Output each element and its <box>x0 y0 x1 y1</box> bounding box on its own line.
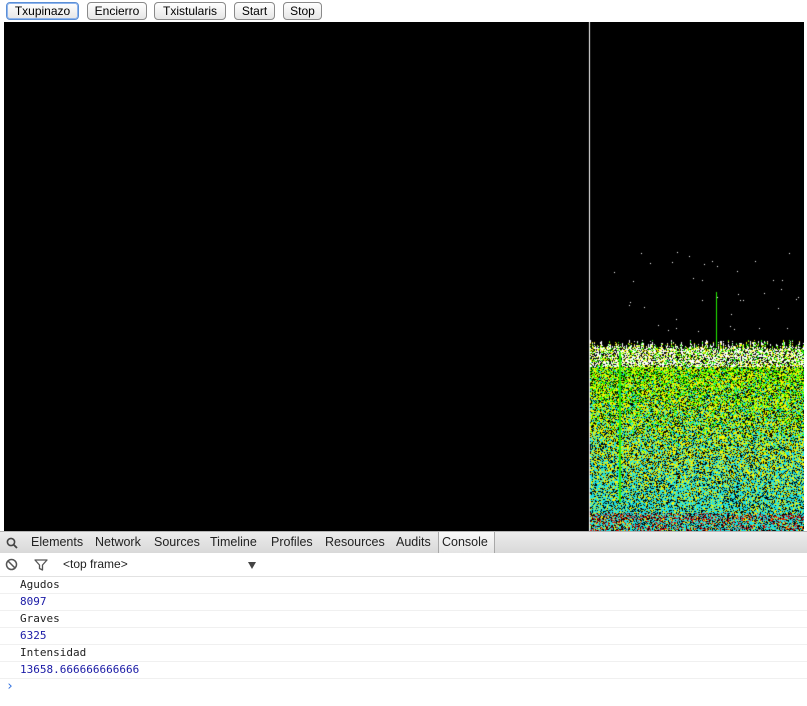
devtools-panel: Elements Network Sources Timeline Profil… <box>0 531 807 706</box>
prompt-chevron-icon: › <box>6 679 14 694</box>
tab-timeline[interactable]: Timeline <box>207 532 260 553</box>
tab-profiles[interactable]: Profiles <box>268 532 316 553</box>
tab-elements[interactable]: Elements <box>28 532 86 553</box>
clear-console-icon[interactable] <box>5 558 18 571</box>
console-toolbar: <top frame> <box>0 553 807 577</box>
spectrogram-canvas <box>4 22 804 531</box>
stop-button[interactable]: Stop <box>283 2 322 20</box>
console-message: 8097 <box>0 594 807 611</box>
console-message: Intensidad <box>0 645 807 662</box>
txistularis-button[interactable]: Txistularis <box>154 2 226 20</box>
devtools-toolbar: Elements Network Sources Timeline Profil… <box>0 531 807 553</box>
console-prompt[interactable]: › <box>0 679 807 695</box>
console-message: Agudos <box>0 577 807 594</box>
txupinazo-button[interactable]: Txupinazo <box>6 2 79 20</box>
page-button-bar: Txupinazo Encierro Txistularis Start Sto… <box>0 0 807 22</box>
search-icon[interactable] <box>6 537 18 549</box>
tab-audits[interactable]: Audits <box>393 532 434 553</box>
console-message: 13658.666666666666 <box>0 662 807 679</box>
tab-resources[interactable]: Resources <box>322 532 388 553</box>
console-output: Agudos 8097 Graves 6325 Intensidad 13658… <box>0 577 807 695</box>
filter-icon[interactable] <box>34 559 48 571</box>
dropdown-arrow-icon[interactable] <box>248 562 256 569</box>
start-button[interactable]: Start <box>234 2 275 20</box>
console-message: Graves <box>0 611 807 628</box>
console-message: 6325 <box>0 628 807 645</box>
encierro-button[interactable]: Encierro <box>87 2 147 20</box>
tab-network[interactable]: Network <box>92 532 144 553</box>
tab-sources[interactable]: Sources <box>151 532 203 553</box>
tab-console[interactable]: Console <box>438 532 495 553</box>
frame-selector[interactable]: <top frame> <box>63 553 128 576</box>
